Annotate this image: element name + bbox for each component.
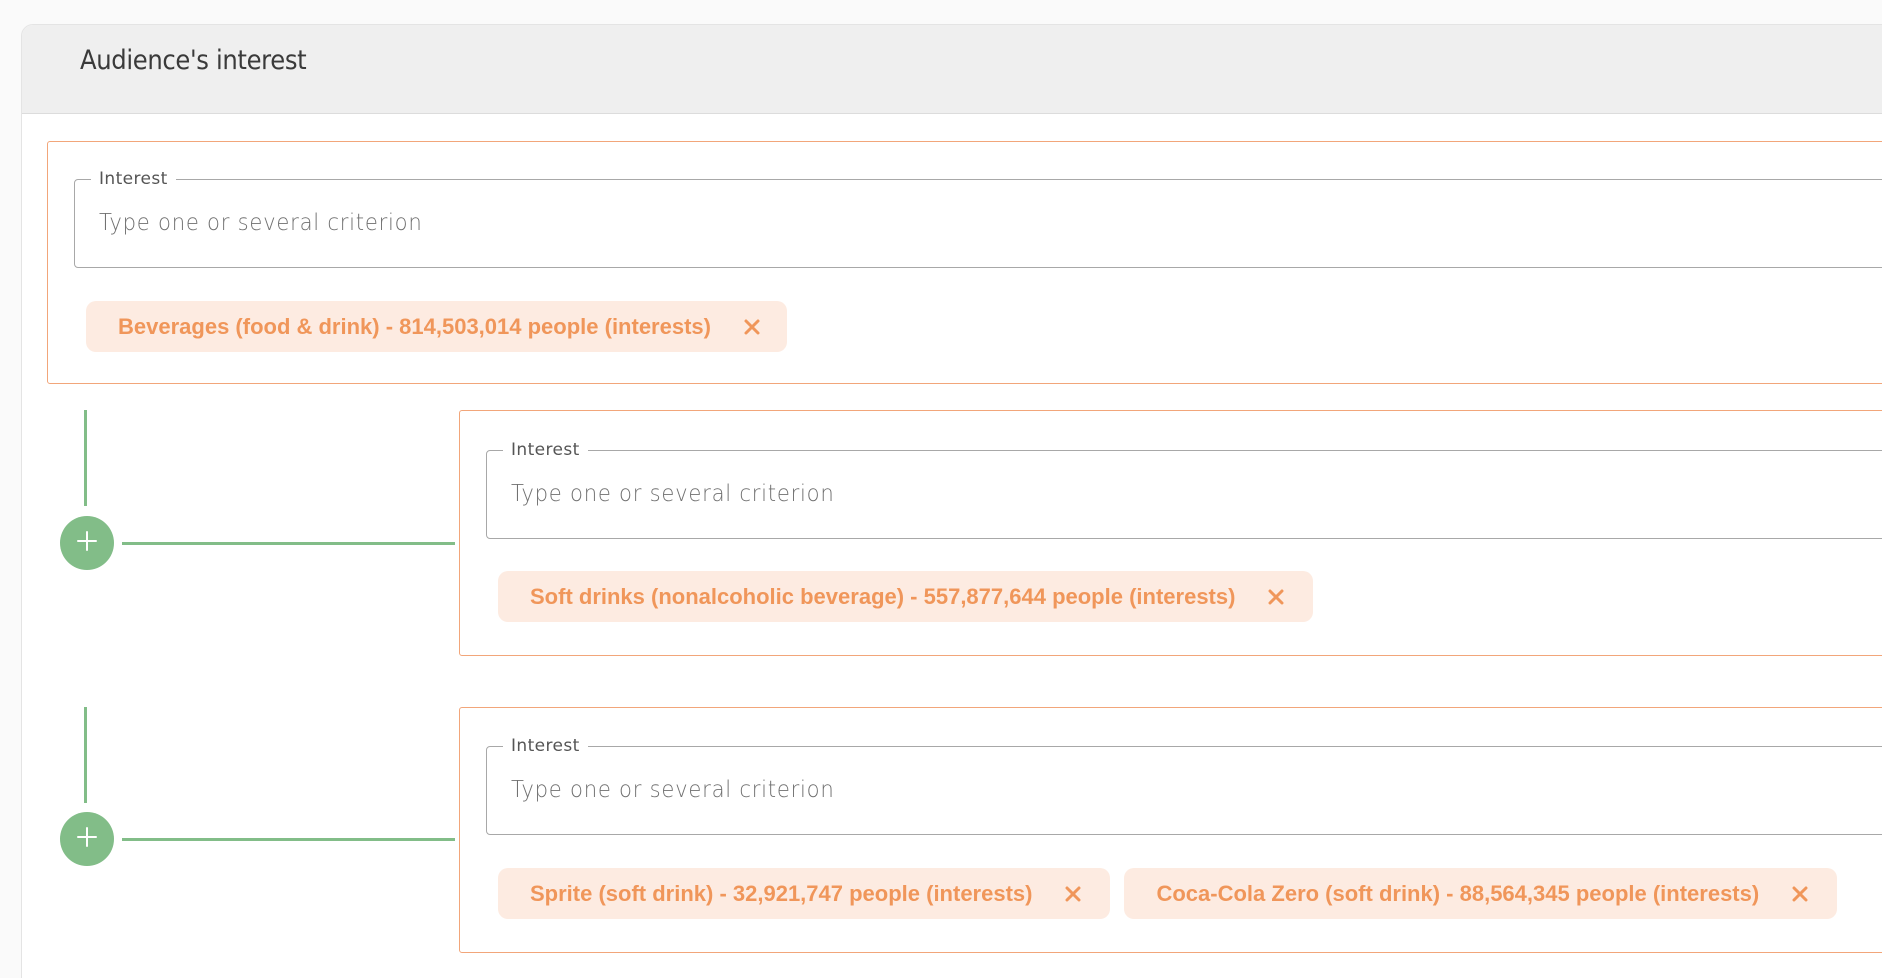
add-criterion-button[interactable] <box>60 516 114 570</box>
interest-field-label: Interest <box>503 736 588 756</box>
interest-search-input[interactable] <box>511 471 1339 517</box>
interest-field-2[interactable]: Interest <box>486 440 1882 539</box>
chip-label: Soft drinks (nonalcoholic beverage) - 55… <box>530 583 1236 609</box>
plus-icon <box>75 825 99 854</box>
close-icon[interactable] <box>739 314 765 340</box>
interest-group-3: Interest Sprite (soft drink) - 32,921,74… <box>459 707 1882 953</box>
chip-list: Sprite (soft drink) - 32,921,747 people … <box>498 868 1838 919</box>
add-criterion-button[interactable] <box>60 812 114 866</box>
card-header: Audience's interest <box>22 25 1882 114</box>
chip-label: Sprite (soft drink) - 32,921,747 people … <box>530 880 1033 906</box>
interest-group-2: Interest Soft drinks (nonalcoholic bever… <box>459 410 1882 656</box>
interest-field-label: Interest <box>503 440 588 460</box>
interest-chip: Beverages (food & drink) - 814,503,014 p… <box>86 301 787 352</box>
connector-horizontal-line <box>122 542 455 545</box>
close-icon[interactable] <box>1787 881 1813 907</box>
interest-search-input[interactable] <box>99 200 927 246</box>
close-icon[interactable] <box>1263 584 1289 610</box>
chip-label: Beverages (food & drink) - 814,503,014 p… <box>118 313 711 339</box>
connector-vertical-line <box>84 410 87 506</box>
interest-field-1[interactable]: Interest <box>74 169 1882 268</box>
chip-label: Coca-Cola Zero (soft drink) - 88,564,345… <box>1156 880 1760 906</box>
close-icon[interactable] <box>1060 881 1086 907</box>
interest-chip: Soft drinks (nonalcoholic beverage) - 55… <box>498 571 1314 622</box>
interest-field-label: Interest <box>91 169 176 189</box>
interest-field-3[interactable]: Interest <box>486 736 1882 835</box>
connector-vertical-line <box>84 707 87 803</box>
interest-group-1: Interest Beverages (food & drink) - 814,… <box>47 141 1882 384</box>
interest-chip: Sprite (soft drink) - 32,921,747 people … <box>498 868 1111 919</box>
interest-chip: Coca-Cola Zero (soft drink) - 88,564,345… <box>1124 868 1838 919</box>
connector-horizontal-line <box>122 838 455 841</box>
plus-icon <box>75 529 99 558</box>
card-title: Audience's interest <box>80 45 307 76</box>
chip-list: Soft drinks (nonalcoholic beverage) - 55… <box>498 571 1314 622</box>
interest-search-input[interactable] <box>511 767 1339 813</box>
chip-list: Beverages (food & drink) - 814,503,014 p… <box>86 301 787 352</box>
